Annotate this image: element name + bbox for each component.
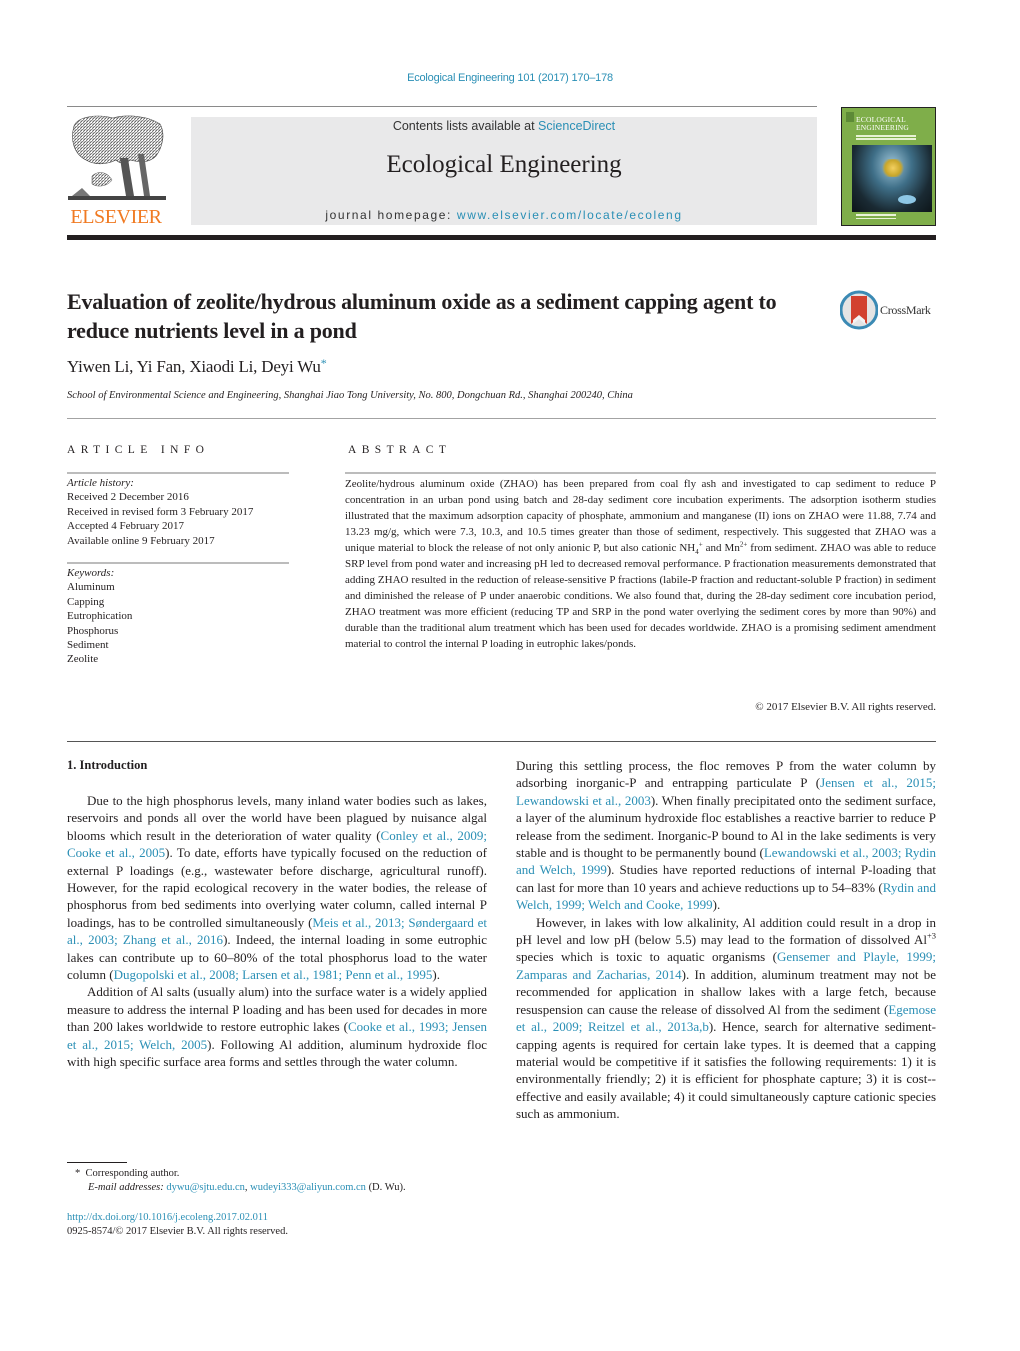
- citation-link[interactable]: Meis et al., 2013; Søndergaard et al., 2…: [67, 915, 487, 947]
- cover-subtitle: [856, 135, 916, 141]
- citation-link[interactable]: Cooke et al., 1993; Jensen et al., 2015;…: [67, 1019, 487, 1051]
- citation-link[interactable]: Conley et al., 2009; Cooke et al., 2005: [67, 828, 487, 860]
- citation-link[interactable]: Gensemer and Playle, 1999; Zamparas and …: [516, 949, 936, 981]
- footnote-line-1: * Corresponding author.: [67, 1167, 406, 1181]
- email-link-1[interactable]: dywu@sjtu.edu.cn: [166, 1182, 245, 1193]
- keywords-block: Keywords: Aluminum Capping Eutrophicatio…: [67, 566, 289, 667]
- body-column-right: During this settling process, the floc r…: [516, 757, 936, 1123]
- crossmark-button[interactable]: CrossMark: [839, 290, 940, 330]
- cover-title: ECOLOGICAL ENGINEERING: [856, 116, 909, 132]
- abstract-divider: [345, 472, 936, 474]
- elsevier-wordmark: ELSEVIER: [70, 206, 162, 228]
- intro-paragraph: Due to the high phosphorus levels, many …: [67, 793, 487, 983]
- header-divider: [67, 106, 817, 107]
- article-history: Article history: Received 2 December 201…: [67, 476, 289, 548]
- header-thick-rule: [67, 235, 936, 240]
- keywords-label: Keywords:: [67, 567, 115, 579]
- sciencedirect-link[interactable]: ScienceDirect: [538, 119, 615, 133]
- crossmark-icon: [839, 290, 879, 330]
- keyword-item: Aluminum: [67, 581, 115, 594]
- abstract-copyright: © 2017 Elsevier B.V. All rights reserved…: [755, 701, 936, 713]
- homepage-prefix: journal homepage:: [325, 208, 457, 222]
- corresponding-author-note: Corresponding author.: [85, 1168, 180, 1179]
- keyword-item: Eutrophication: [67, 610, 133, 623]
- keywords-divider: [67, 562, 289, 564]
- email-link-2[interactable]: wudeyi333@aliyun.com.cn: [250, 1182, 366, 1193]
- corresponding-author-marker[interactable]: *: [321, 356, 327, 370]
- journal-title: Ecological Engineering: [386, 151, 622, 178]
- journal-citation[interactable]: Ecological Engineering 101 (2017) 170–17…: [0, 72, 1020, 84]
- cover-footer: [856, 214, 896, 221]
- doi-link[interactable]: http://dx.doi.org/10.1016/j.ecoleng.2017…: [67, 1211, 288, 1225]
- body-column-left: Due to the high phosphorus levels, many …: [67, 792, 487, 1071]
- article-title: Evaluation of zeolite/hydrous aluminum o…: [67, 289, 777, 343]
- footnote-line-2: E-mail addresses: dywu@sjtu.edu.cn, wude…: [88, 1182, 406, 1193]
- article-info-heading: ARTICLE INFO: [67, 444, 210, 456]
- abstract-text-2: and Mn: [702, 541, 740, 554]
- intro-paragraph: Addition of Al salts (usually alum) into…: [67, 984, 487, 1070]
- article-history-label: Article history:: [67, 477, 134, 489]
- citation-link[interactable]: Egemose et al., 2009; Reitzel et al., 20…: [516, 1002, 936, 1034]
- intro-paragraph: During this settling process, the floc r…: [516, 758, 936, 913]
- citation-link[interactable]: Jensen et al., 2015; Lewandowski et al.,…: [516, 775, 936, 807]
- citation-link[interactable]: Lewandowski et al., 2003; Rydin and Welc…: [516, 845, 936, 877]
- homepage-line: journal homepage: www.elsevier.com/locat…: [191, 208, 817, 222]
- authors-names: Yiwen Li, Yi Fan, Xiaodi Li, Deyi Wu: [67, 357, 321, 376]
- superscript: +3: [926, 930, 936, 941]
- keyword-item: Sediment: [67, 639, 109, 652]
- contents-line: Contents lists available at ScienceDirec…: [191, 119, 817, 133]
- abstract-text-3: from sediment. ZHAO was able to reduce S…: [345, 541, 936, 650]
- intro-paragraph: However, in lakes with low alkalinity, A…: [516, 914, 936, 1122]
- history-item: Received 2 December 2016: [67, 491, 189, 504]
- history-item: Received in revised form 3 February 2017: [67, 505, 254, 518]
- keyword-item: Phosphorus: [67, 624, 119, 637]
- journal-homepage-link[interactable]: www.elsevier.com/locate/ecoleng: [457, 208, 683, 222]
- keyword-item: Capping: [67, 595, 105, 608]
- crossmark-label: CrossMark: [880, 303, 931, 317]
- article-info-divider: [67, 472, 289, 474]
- history-item: Available online 9 February 2017: [67, 534, 215, 547]
- cover-title-line2: ENGINEERING: [856, 123, 910, 132]
- issn-copyright: 0925-8574/© 2017 Elsevier B.V. All right…: [67, 1226, 288, 1237]
- section-heading-introduction: 1. Introduction: [67, 758, 148, 772]
- contents-prefix: Contents lists available at: [392, 119, 539, 133]
- citation-link[interactable]: Dugopolski et al., 2008; Larsen et al., …: [114, 967, 433, 982]
- history-item: Accepted 4 February 2017: [67, 520, 184, 533]
- elsevier-logo[interactable]: ELSEVIER: [66, 114, 166, 228]
- affiliation: School of Environmental Science and Engi…: [67, 390, 633, 401]
- cover-fish: [898, 195, 916, 204]
- citation-link[interactable]: Rydin and Welch, 1999; Welch and Cooke, …: [516, 880, 936, 912]
- journal-header-box: Contents lists available at ScienceDirec…: [191, 117, 817, 225]
- body-divider: [67, 741, 936, 742]
- keyword-item: Zeolite: [67, 653, 99, 666]
- footnote-doi: http://dx.doi.org/10.1016/j.ecoleng.2017…: [67, 1211, 288, 1239]
- affiliation-divider: [67, 418, 936, 419]
- cover-photo: [852, 145, 932, 212]
- abstract-subscript: 4: [695, 548, 699, 556]
- elsevier-tree-icon: [68, 115, 166, 200]
- footnote-marker: *: [75, 1168, 81, 1179]
- abstract-body: Zeolite/hydrous aluminum oxide (ZHAO) ha…: [345, 477, 936, 652]
- journal-cover-image[interactable]: ECOLOGICAL ENGINEERING: [841, 107, 936, 226]
- email-label: E-mail addresses:: [88, 1182, 164, 1193]
- email-suffix: (D. Wu).: [365, 1182, 406, 1193]
- cover-splash: [880, 159, 906, 177]
- footnote-rule: [67, 1162, 127, 1163]
- abstract-heading: ABSTRACT: [348, 444, 452, 456]
- author-list: Yiwen Li, Yi Fan, Xiaodi Li, Deyi Wu*: [67, 356, 327, 377]
- cover-elsevier-mark: [846, 112, 854, 122]
- footnote-corresponding: * Corresponding author. E-mail addresses…: [67, 1167, 406, 1195]
